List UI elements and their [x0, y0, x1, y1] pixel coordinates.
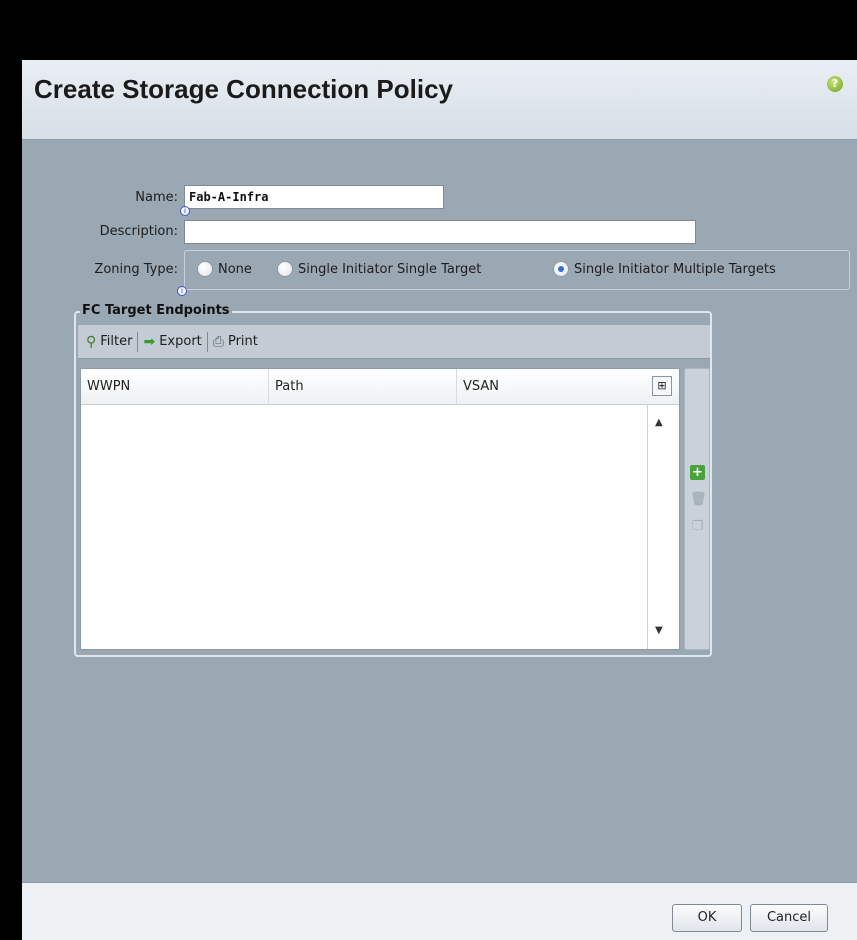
dialog-title: Create Storage Connection Policy — [34, 74, 453, 104]
zoning-type-group: None Single Initiator Single Target Sing… — [184, 250, 850, 290]
printer-icon: ⎙ — [212, 333, 224, 350]
title-bar: Create Storage Connection Policy ? — [22, 60, 857, 140]
copy-icon[interactable]: ❐ — [690, 519, 705, 534]
info-icon: i — [177, 286, 187, 296]
ok-button[interactable]: OK — [672, 904, 742, 932]
zoning-radio-none[interactable]: None — [197, 261, 252, 277]
zoning-type-label: Zoning Type: — [94, 262, 178, 277]
zoning-option-label: None — [218, 261, 252, 277]
create-storage-connection-policy-dialog: Create Storage Connection Policy ? Name:… — [22, 60, 857, 940]
column-header-wwpn[interactable]: WWPN — [81, 369, 269, 405]
fc-target-endpoints-table: WWPN Path VSAN ⊞ ▲ ▼ — [80, 368, 680, 650]
name-field[interactable] — [184, 185, 444, 209]
column-header-path[interactable]: Path — [269, 369, 457, 405]
toolbar-divider — [137, 331, 139, 352]
scroll-up-icon[interactable]: ▲ — [655, 417, 663, 428]
name-label: Name: — [135, 190, 178, 205]
zoning-option-label: Single Initiator Multiple Targets — [574, 261, 776, 277]
zoning-radio-single-target[interactable]: Single Initiator Single Target — [277, 261, 481, 277]
description-label: Description: — [99, 224, 178, 239]
export-label: Export — [159, 334, 202, 349]
scroll-down-icon[interactable]: ▼ — [655, 625, 663, 636]
zoning-radio-multiple-targets[interactable]: Single Initiator Multiple Targets — [553, 261, 776, 277]
fc-target-endpoints-legend: FC Target Endpoints — [80, 303, 232, 318]
radio-button-icon[interactable] — [197, 261, 213, 277]
radio-button-selected-icon[interactable] — [553, 261, 569, 277]
filter-label: Filter — [100, 334, 133, 349]
filter-button[interactable]: ⚲ Filter — [82, 334, 136, 349]
zoning-option-label: Single Initiator Single Target — [298, 261, 482, 277]
toolbar-divider — [206, 331, 208, 352]
print-label: Print — [227, 334, 258, 349]
column-chooser-icon[interactable]: ⊞ — [652, 376, 672, 396]
add-icon[interactable]: + — [690, 465, 705, 480]
column-header-vsan[interactable]: VSAN — [457, 369, 645, 405]
scrollbar[interactable] — [647, 405, 648, 649]
info-icon: i — [180, 206, 190, 216]
help-icon[interactable]: ? — [827, 76, 843, 92]
table-toolbar: ⚲ Filter ➡ Export ⎙ Print — [78, 325, 710, 359]
table-header: WWPN Path VSAN ⊞ — [81, 369, 679, 405]
export-button[interactable]: ➡ Export — [139, 334, 205, 349]
cancel-button[interactable]: Cancel — [750, 904, 828, 932]
table-action-panel: + 🗑 ❐ — [684, 368, 710, 650]
print-button[interactable]: ⎙ Print — [209, 334, 262, 349]
radio-button-icon[interactable] — [277, 261, 293, 277]
description-field[interactable] — [184, 220, 696, 244]
dialog-footer: OK Cancel — [22, 882, 857, 940]
export-icon: ➡ — [143, 333, 156, 350]
fc-target-endpoints-panel: FC Target Endpoints ⚲ Filter ➡ Export ⎙ … — [74, 303, 712, 657]
filter-icon: ⚲ — [86, 333, 97, 350]
trash-icon[interactable]: 🗑 — [690, 492, 707, 507]
